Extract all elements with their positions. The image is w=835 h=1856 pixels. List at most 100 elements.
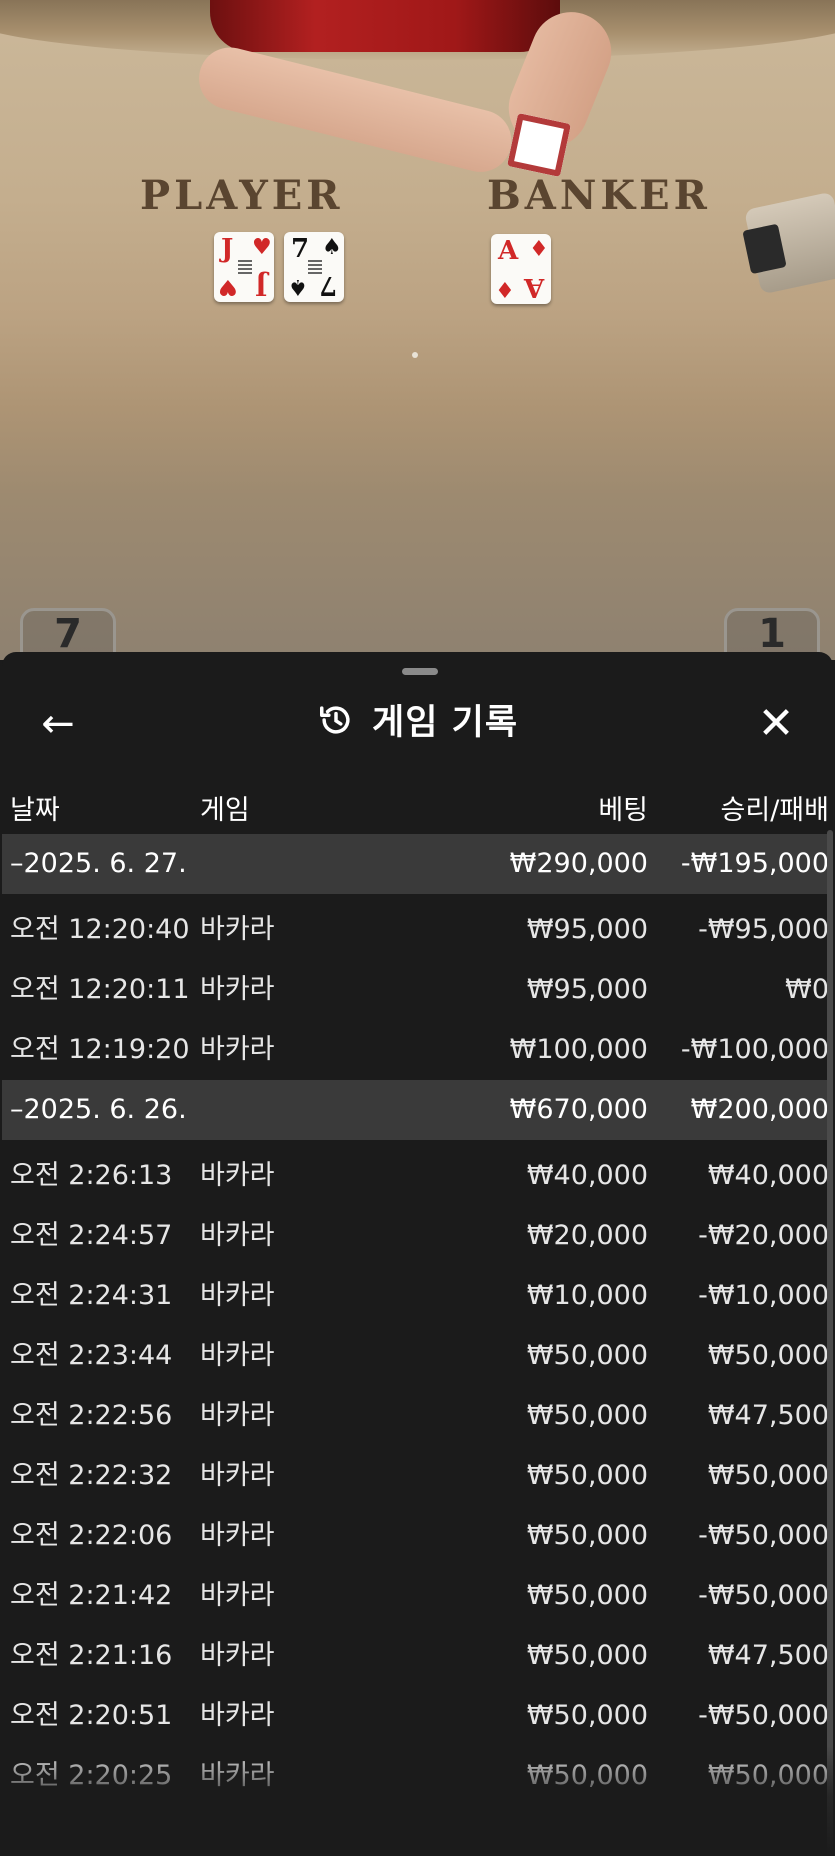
row-bet: ₩50,000 bbox=[526, 1580, 648, 1611]
history-row[interactable]: 오전 12:19:20 바카라 ₩100,000 -₩100,000 bbox=[2, 1020, 833, 1080]
row-bet: ₩50,000 bbox=[526, 1520, 648, 1551]
row-time: 오전 12:20:11 bbox=[10, 974, 190, 1005]
history-row[interactable]: 오전 12:20:40 바카라 ₩95,000 -₩95,000 bbox=[2, 900, 833, 960]
row-game: 바카라 bbox=[200, 1280, 275, 1311]
player-card-1: J ♥ ♥ J bbox=[214, 232, 274, 302]
group-result-total: ₩200,000 bbox=[690, 1094, 829, 1125]
group-bet-total: ₩290,000 bbox=[509, 848, 648, 879]
card-rank: A bbox=[523, 272, 544, 302]
history-row[interactable]: 오전 2:23:44 바카라 ₩50,000 ₩50,000 bbox=[2, 1326, 833, 1386]
history-row[interactable]: 오전 2:21:42 바카라 ₩50,000 -₩50,000 bbox=[2, 1566, 833, 1626]
sheet-title: 게임 기록 bbox=[2, 694, 833, 754]
row-time: 오전 2:20:25 bbox=[10, 1760, 173, 1791]
row-result: ₩40,000 bbox=[707, 1160, 829, 1191]
group-bet-total: ₩670,000 bbox=[509, 1094, 648, 1125]
row-bet: ₩50,000 bbox=[526, 1340, 648, 1371]
history-row[interactable]: 오전 2:26:13 바카라 ₩40,000 ₩40,000 bbox=[2, 1146, 833, 1206]
row-result: -₩50,000 bbox=[698, 1700, 829, 1731]
row-bet: ₩50,000 bbox=[526, 1400, 648, 1431]
history-row[interactable]: 오전 2:22:06 바카라 ₩50,000 -₩50,000 bbox=[2, 1506, 833, 1566]
row-time: 오전 2:21:42 bbox=[10, 1580, 173, 1611]
card-suit-icon: ♥ bbox=[218, 274, 238, 300]
row-bet: ₩40,000 bbox=[526, 1160, 648, 1191]
dealer-left-arm bbox=[192, 40, 518, 179]
card-suit-icon: ♠ bbox=[322, 234, 342, 260]
card-rank: A bbox=[498, 236, 519, 266]
banker-zone-label: BANKER bbox=[487, 172, 711, 219]
history-row[interactable]: 오전 12:20:11 바카라 ₩95,000 ₩0 bbox=[2, 960, 833, 1020]
row-time: 오전 12:20:40 bbox=[10, 914, 190, 945]
row-result: ₩50,000 bbox=[707, 1760, 829, 1791]
row-bet: ₩10,000 bbox=[526, 1280, 648, 1311]
date-group-header[interactable]: –2025. 6. 26. ₩670,000 ₩200,000 bbox=[2, 1080, 833, 1140]
row-time: 오전 2:22:32 bbox=[10, 1460, 173, 1491]
row-result: -₩100,000 bbox=[680, 1034, 829, 1065]
row-time: 오전 12:19:20 bbox=[10, 1034, 190, 1065]
group-result-total: -₩195,000 bbox=[680, 848, 829, 879]
row-bet: ₩50,000 bbox=[526, 1760, 648, 1791]
row-time: 오전 2:23:44 bbox=[10, 1340, 173, 1371]
sheet-title-text: 게임 기록 bbox=[372, 703, 519, 743]
row-bet: ₩95,000 bbox=[526, 974, 648, 1005]
dealer-held-card bbox=[506, 112, 572, 178]
card-rank: 7 bbox=[291, 234, 310, 264]
row-game: 바카라 bbox=[200, 1520, 275, 1551]
close-icon[interactable]: ✕ bbox=[746, 694, 806, 754]
row-game: 바카라 bbox=[200, 1220, 275, 1251]
row-time: 오전 2:22:06 bbox=[10, 1520, 173, 1551]
row-result: -₩95,000 bbox=[698, 914, 829, 945]
card-suit-icon: ♦ bbox=[495, 276, 515, 302]
history-icon bbox=[319, 705, 350, 734]
row-game: 바카라 bbox=[200, 1034, 275, 1065]
sheet-drag-handle[interactable] bbox=[402, 668, 438, 675]
row-bet: ₩100,000 bbox=[509, 1034, 648, 1065]
row-result: ₩0 bbox=[785, 974, 829, 1005]
history-row[interactable]: 오전 2:24:31 바카라 ₩10,000 -₩10,000 bbox=[2, 1266, 833, 1326]
row-result: -₩20,000 bbox=[698, 1220, 829, 1251]
row-bet: ₩95,000 bbox=[526, 914, 648, 945]
row-time: 오전 2:20:51 bbox=[10, 1700, 173, 1731]
row-game: 바카라 bbox=[200, 914, 275, 945]
row-bet: ₩50,000 bbox=[526, 1460, 648, 1491]
row-game: 바카라 bbox=[200, 1640, 275, 1671]
card-suit-icon: ♦ bbox=[529, 236, 549, 262]
row-game: 바카라 bbox=[200, 1760, 275, 1791]
row-bet: ₩50,000 bbox=[526, 1640, 648, 1671]
card-barcode bbox=[238, 260, 252, 276]
row-result: -₩50,000 bbox=[698, 1580, 829, 1611]
row-result: ₩47,500 bbox=[707, 1400, 829, 1431]
row-bet: ₩50,000 bbox=[526, 1700, 648, 1731]
history-row[interactable]: 오전 2:24:57 바카라 ₩20,000 -₩20,000 bbox=[2, 1206, 833, 1266]
row-time: 오전 2:24:31 bbox=[10, 1280, 173, 1311]
row-game: 바카라 bbox=[200, 974, 275, 1005]
date-group-header[interactable]: –2025. 6. 27. ₩290,000 -₩195,000 bbox=[2, 834, 833, 894]
game-history-sheet: ← 게임 기록 ✕ 날짜 게임 베팅 승리/패배 –2025. 6. 27. ₩… bbox=[2, 652, 833, 1856]
row-result: -₩50,000 bbox=[698, 1520, 829, 1551]
column-header-game: 게임 bbox=[200, 795, 250, 826]
banker-card-1: A ♦ ♦ A bbox=[491, 234, 551, 304]
history-row[interactable]: 오전 2:20:51 바카라 ₩50,000 -₩50,000 bbox=[2, 1686, 833, 1746]
history-row[interactable]: 오전 2:20:25 바카라 ₩50,000 ₩50,000 bbox=[2, 1746, 833, 1806]
card-suit-icon: ♠ bbox=[288, 274, 308, 300]
history-list: –2025. 6. 27. ₩290,000 -₩195,000 오전 12:2… bbox=[2, 834, 833, 1806]
player-card-2: 7 ♠ ♠ 7 bbox=[284, 232, 344, 302]
card-suit-icon: ♥ bbox=[252, 234, 272, 260]
history-scrollbar[interactable] bbox=[827, 830, 833, 1856]
live-video-stage: PLAYER BANKER J ♥ ♥ J 7 ♠ ♠ 7 A ♦ ♦ A 7 … bbox=[0, 0, 835, 660]
row-game: 바카라 bbox=[200, 1160, 275, 1191]
row-result: ₩47,500 bbox=[707, 1640, 829, 1671]
group-date: –2025. 6. 26. bbox=[10, 1094, 187, 1125]
history-row[interactable]: 오전 2:22:32 바카라 ₩50,000 ₩50,000 bbox=[2, 1446, 833, 1506]
dealer-dress bbox=[210, 0, 560, 52]
row-game: 바카라 bbox=[200, 1460, 275, 1491]
card-rank: J bbox=[254, 270, 267, 300]
row-result: ₩50,000 bbox=[707, 1460, 829, 1491]
player-zone-label: PLAYER bbox=[140, 172, 344, 219]
row-time: 오전 2:21:16 bbox=[10, 1640, 173, 1671]
history-row[interactable]: 오전 2:21:16 바카라 ₩50,000 ₩47,500 bbox=[2, 1626, 833, 1686]
history-row[interactable]: 오전 2:22:56 바카라 ₩50,000 ₩47,500 bbox=[2, 1386, 833, 1446]
column-header-bet: 베팅 bbox=[598, 795, 648, 826]
row-game: 바카라 bbox=[200, 1700, 275, 1731]
card-rank: 7 bbox=[318, 270, 337, 300]
column-header-result: 승리/패배 bbox=[720, 795, 829, 826]
